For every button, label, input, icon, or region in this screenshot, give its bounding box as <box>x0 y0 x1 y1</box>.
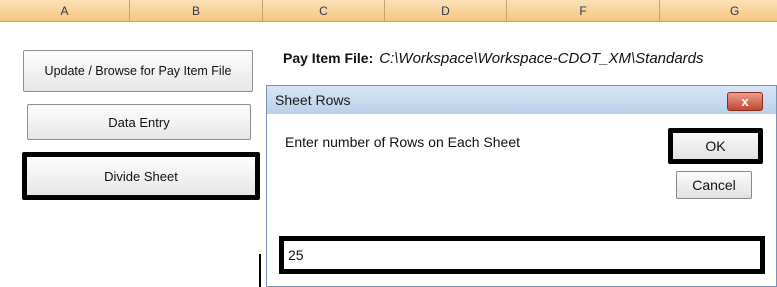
data-entry-button[interactable]: Data Entry <box>27 104 251 140</box>
dialog-titlebar[interactable]: Sheet Rows x <box>267 86 776 114</box>
column-header-g[interactable]: G <box>660 0 777 22</box>
update-browse-button[interactable]: Update / Browse for Pay Item File <box>23 50 253 92</box>
pay-item-file: Pay Item File: C:\Workspace\Workspace-CDO… <box>283 50 704 67</box>
rows-input-frame <box>279 236 765 274</box>
pay-item-file-path: C:\Workspace\Workspace-CDOT_XM\Standards <box>379 50 704 67</box>
rows-input[interactable] <box>284 241 760 269</box>
cancel-button[interactable]: Cancel <box>676 171 752 199</box>
column-header-a[interactable]: A <box>0 0 130 22</box>
divide-sheet-button[interactable]: Divide Sheet <box>22 152 260 200</box>
dialog-prompt: Enter number of Rows on Each Sheet <box>285 134 521 150</box>
column-header-c[interactable]: C <box>263 0 385 22</box>
dialog-title: Sheet Rows <box>275 92 351 108</box>
pay-item-file-label: Pay Item File: <box>283 50 374 66</box>
close-icon[interactable]: x <box>727 92 763 111</box>
column-header-bar: A B C D F G <box>0 0 777 22</box>
sheet-rows-dialog: Sheet Rows x Enter number of Rows on Eac… <box>266 85 777 287</box>
ok-button[interactable]: OK <box>668 128 763 164</box>
column-header-f[interactable]: F <box>507 0 660 22</box>
column-header-b[interactable]: B <box>130 0 263 22</box>
sheet-border-line <box>259 254 261 287</box>
column-header-d[interactable]: D <box>385 0 507 22</box>
